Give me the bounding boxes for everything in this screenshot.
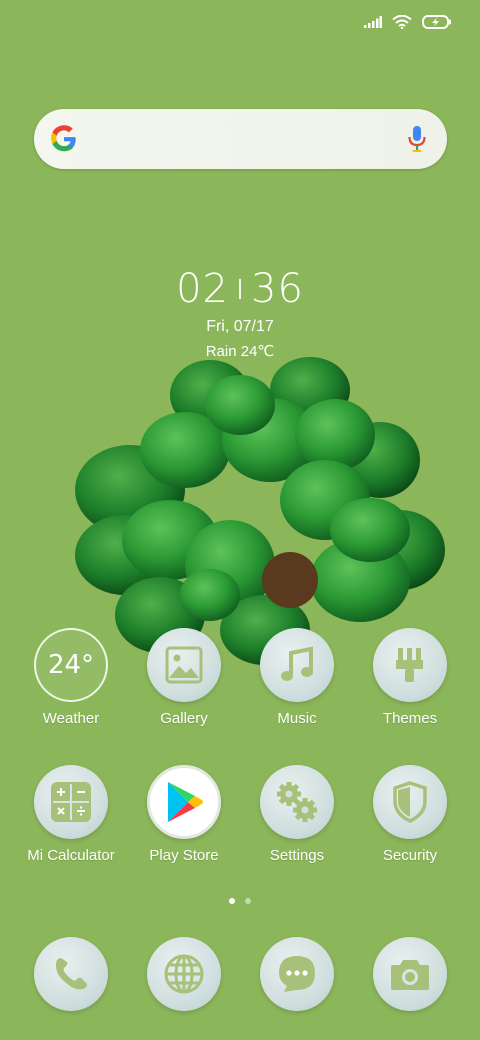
brush-icon[interactable]	[373, 628, 447, 702]
battery-charging-icon	[422, 15, 452, 29]
message-icon[interactable]	[260, 937, 334, 1011]
clock-time: 02 36	[0, 266, 480, 312]
plant-wallpaper-image	[70, 350, 450, 670]
app-play-store[interactable]: Play Store	[128, 765, 240, 864]
clock-separator	[239, 279, 241, 299]
music-icon[interactable]	[260, 628, 334, 702]
dock-messages[interactable]	[241, 937, 353, 1011]
app-label: Gallery	[160, 710, 208, 727]
gears-icon[interactable]	[260, 765, 334, 839]
calculator-icon[interactable]	[34, 765, 108, 839]
weather-icon[interactable]: 24°	[34, 628, 108, 702]
signal-icon	[364, 16, 382, 28]
google-g-icon	[50, 125, 78, 153]
dock-browser[interactable]	[128, 937, 240, 1011]
page-dot[interactable]	[245, 898, 251, 904]
app-music[interactable]: Music	[241, 628, 353, 727]
page-indicator[interactable]	[0, 898, 480, 904]
app-label: Settings	[269, 847, 325, 864]
play-store-icon[interactable]	[147, 765, 221, 839]
globe-icon[interactable]	[147, 937, 221, 1011]
status-bar	[364, 10, 452, 34]
shield-icon[interactable]	[373, 765, 447, 839]
phone-icon[interactable]	[34, 937, 108, 1011]
app-gallery[interactable]: Gallery	[128, 628, 240, 727]
wifi-icon	[392, 15, 412, 29]
app-settings[interactable]: Settings	[241, 765, 353, 864]
app-label: Play Store	[149, 847, 219, 864]
app-label: Security	[382, 847, 438, 864]
camera-icon[interactable]	[373, 937, 447, 1011]
mic-icon[interactable]	[407, 125, 427, 153]
gallery-icon[interactable]	[147, 628, 221, 702]
clock-widget[interactable]: 02 36 Fri, 07/17 Rain 24℃	[0, 266, 480, 360]
app-mi-calculator[interactable]: Mi Calculator	[15, 765, 127, 864]
search-bar[interactable]	[34, 109, 447, 169]
app-weather[interactable]: 24° Weather	[15, 628, 127, 727]
app-themes[interactable]: Themes	[354, 628, 466, 727]
clock-hours: 02	[176, 266, 229, 312]
app-label: Themes	[382, 710, 438, 727]
dock-phone[interactable]	[15, 937, 127, 1011]
dock-camera[interactable]	[354, 937, 466, 1011]
app-label: Mi Calculator	[27, 847, 115, 864]
clock-minutes: 36	[251, 266, 304, 312]
app-label: Weather	[42, 710, 100, 727]
clock-date: Fri, 07/17	[206, 318, 274, 335]
app-security[interactable]: Security	[354, 765, 466, 864]
app-label: Music	[277, 710, 317, 727]
page-dot-active[interactable]	[229, 898, 235, 904]
